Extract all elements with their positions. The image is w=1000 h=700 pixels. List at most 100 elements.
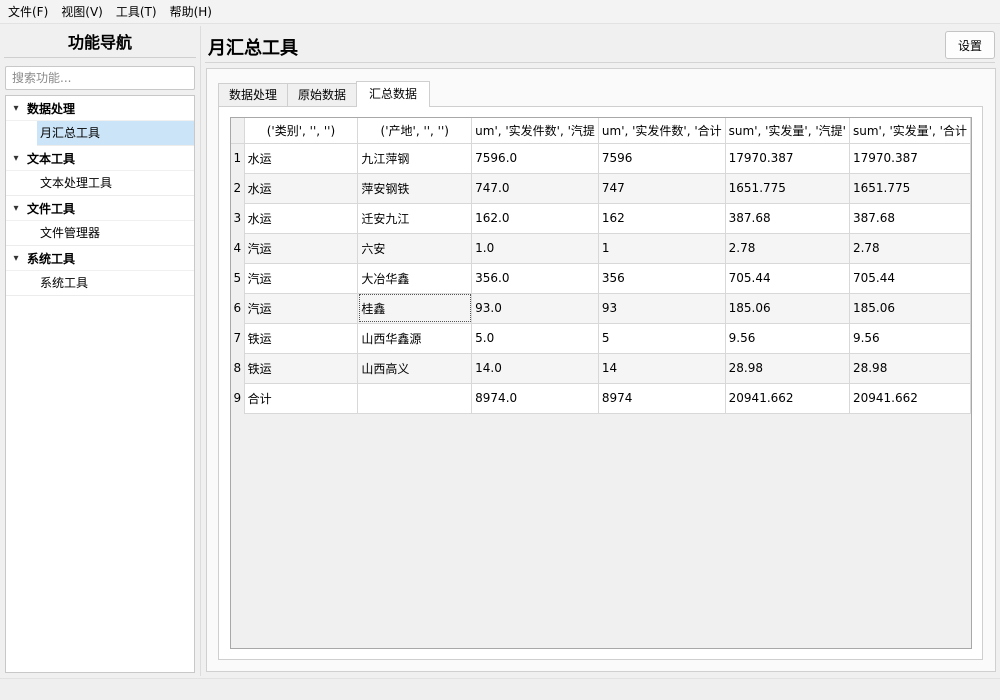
row-number[interactable]: 8 [231,353,245,383]
row-number[interactable]: 9 [231,383,245,413]
chevron-down-icon[interactable]: ▾ [9,253,23,264]
tree-group-file-tools[interactable]: ▾ 文件工具 [6,196,194,221]
table-cell[interactable] [357,383,473,414]
table-cell[interactable]: 迁安九江 [357,203,473,234]
table-cell[interactable]: 1 [598,233,726,264]
table-cell[interactable]: 28.98 [725,353,850,384]
table-cell[interactable]: 387.68 [849,203,971,234]
table-cell[interactable]: 14 [598,353,726,384]
page-title: 月汇总工具 [208,38,298,59]
menu-tools[interactable]: 工具(T) [110,1,163,23]
menu-help[interactable]: 帮助(H) [164,1,218,23]
table-cell[interactable]: 93 [598,293,726,324]
table-cell[interactable]: 356 [598,263,726,294]
row-number[interactable]: 3 [231,203,245,233]
table-cell[interactable]: 水运 [244,173,359,204]
row-number[interactable]: 2 [231,173,245,203]
table-cell[interactable]: 铁运 [244,353,359,384]
table-cell[interactable]: 20941.662 [725,383,850,414]
table-row: 1 水运 九江萍钢 7596.0 7596 17970.387 17970.387 [231,143,971,174]
tab-bar: 数据处理 原始数据 汇总数据 [218,81,431,107]
table-cell[interactable]: 747 [598,173,726,204]
table-cell[interactable]: 1.0 [471,233,599,264]
table-cell[interactable]: 93.0 [471,293,599,324]
table-cell[interactable]: 铁运 [244,323,359,354]
summary-table-frame: ('类别', '', '') ('产地', '', '') um', '实发件数… [230,117,972,649]
chevron-down-icon[interactable]: ▾ [9,153,23,164]
table-cell[interactable]: 705.44 [849,263,971,294]
row-number[interactable]: 5 [231,263,245,293]
table-cell[interactable]: 汽运 [244,293,359,324]
table-cell[interactable]: 20941.662 [849,383,971,414]
chevron-down-icon[interactable]: ▾ [9,103,23,114]
row-number[interactable]: 1 [231,143,245,173]
table-cell[interactable]: 162 [598,203,726,234]
tab-data-processing[interactable]: 数据处理 [218,83,289,107]
table-cell[interactable]: 六安 [357,233,473,264]
menu-view[interactable]: 视图(V) [55,1,109,23]
table-cell[interactable]: 汽运 [244,263,359,294]
table-cell[interactable]: 705.44 [725,263,850,294]
menu-file[interactable]: 文件(F) [2,1,54,23]
table-cell[interactable]: 水运 [244,143,359,174]
table-cell[interactable]: 185.06 [725,293,850,324]
column-header[interactable]: um', '实发件数', '汽提 [471,118,599,144]
table-cell[interactable]: 8974 [598,383,726,414]
column-header[interactable]: ('类别', '', '') [244,118,359,144]
table-cell[interactable]: 387.68 [725,203,850,234]
table-cell[interactable]: 萍安钢铁 [357,173,473,204]
status-bar [0,678,1000,700]
table-cell[interactable]: 7596.0 [471,143,599,174]
table-cell[interactable]: 9.56 [725,323,850,354]
row-number[interactable]: 4 [231,233,245,263]
table-cell[interactable]: 17970.387 [725,143,850,174]
panel-splitter[interactable] [200,26,201,676]
tree-item-system-tool[interactable]: 系统工具 [6,271,194,296]
table-cell[interactable]: 九江萍钢 [357,143,473,174]
summary-table: ('类别', '', '') ('产地', '', '') um', '实发件数… [231,118,971,414]
table-cell[interactable]: 山西华鑫源 [357,323,473,354]
table-cell[interactable]: 山西高义 [357,353,473,384]
table-cell[interactable]: 8974.0 [471,383,599,414]
tab-summary-data[interactable]: 汇总数据 [356,81,431,107]
table-cell[interactable]: 合计 [244,383,359,414]
table-cell[interactable]: 747.0 [471,173,599,204]
table-cell[interactable]: 9.56 [849,323,971,354]
row-number[interactable]: 6 [231,293,245,323]
column-header[interactable]: ('产地', '', '') [357,118,473,144]
table-cell[interactable]: 水运 [244,203,359,234]
table-cell[interactable]: 356.0 [471,263,599,294]
column-header[interactable]: sum', '实发量', '汽提' [725,118,850,144]
table-row: 9 合计 8974.0 8974 20941.662 20941.662 [231,383,971,414]
table-cell[interactable]: 1651.775 [725,173,850,204]
table-cell[interactable]: 28.98 [849,353,971,384]
table-cell[interactable]: 185.06 [849,293,971,324]
column-header[interactable]: um', '实发件数', '合计 [598,118,726,144]
column-header[interactable]: sum', '实发量', '合计 [849,118,971,144]
table-cell[interactable]: 5 [598,323,726,354]
table-cell[interactable]: 17970.387 [849,143,971,174]
table-corner[interactable] [231,118,245,144]
table-cell[interactable]: 14.0 [471,353,599,384]
table-cell[interactable]: 1651.775 [849,173,971,204]
tree-item-file-manager[interactable]: 文件管理器 [6,221,194,246]
table-cell[interactable]: 大冶华鑫 [357,263,473,294]
tree-item-text-processing[interactable]: 文本处理工具 [6,171,194,196]
table-cell[interactable]: 2.78 [849,233,971,264]
tree-group-data-processing[interactable]: ▾ 数据处理 [6,96,194,121]
settings-button[interactable]: 设置 [945,31,995,59]
nav-search-input[interactable] [5,66,195,90]
tree-group-system-tools[interactable]: ▾ 系统工具 [6,246,194,271]
tree-group-text-tools[interactable]: ▾ 文本工具 [6,146,194,171]
chevron-down-icon[interactable]: ▾ [9,203,23,214]
table-cell[interactable]: 桂鑫 [357,293,473,324]
table-cell[interactable]: 5.0 [471,323,599,354]
table-cell[interactable]: 汽运 [244,233,359,264]
table-cell[interactable]: 2.78 [725,233,850,264]
table-cell[interactable]: 162.0 [471,203,599,234]
table-row: 8 铁运 山西高义 14.0 14 28.98 28.98 [231,353,971,384]
tab-raw-data[interactable]: 原始数据 [287,83,358,107]
row-number[interactable]: 7 [231,323,245,353]
table-cell[interactable]: 7596 [598,143,726,174]
tree-item-monthly-summary[interactable]: 月汇总工具 [37,121,194,146]
